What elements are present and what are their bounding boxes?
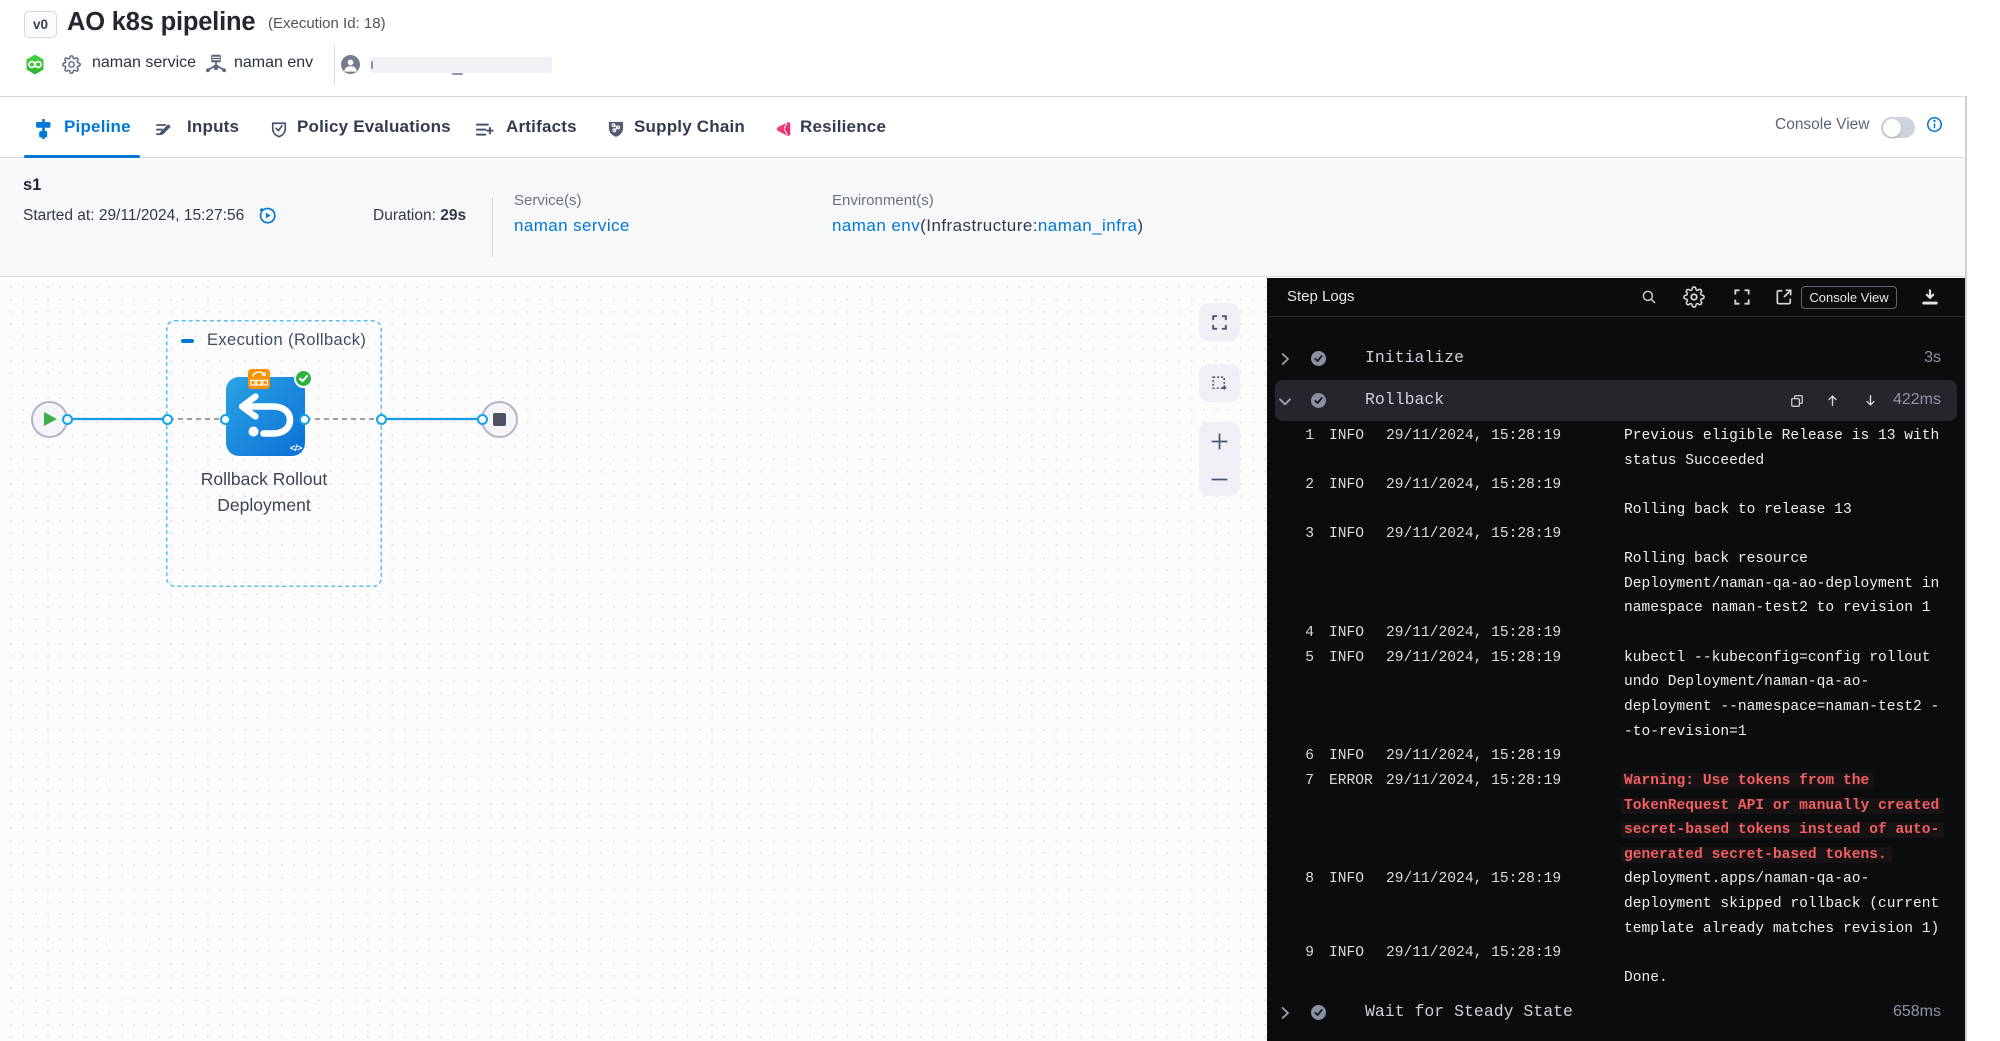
svg-text:</>: </>	[290, 443, 303, 454]
